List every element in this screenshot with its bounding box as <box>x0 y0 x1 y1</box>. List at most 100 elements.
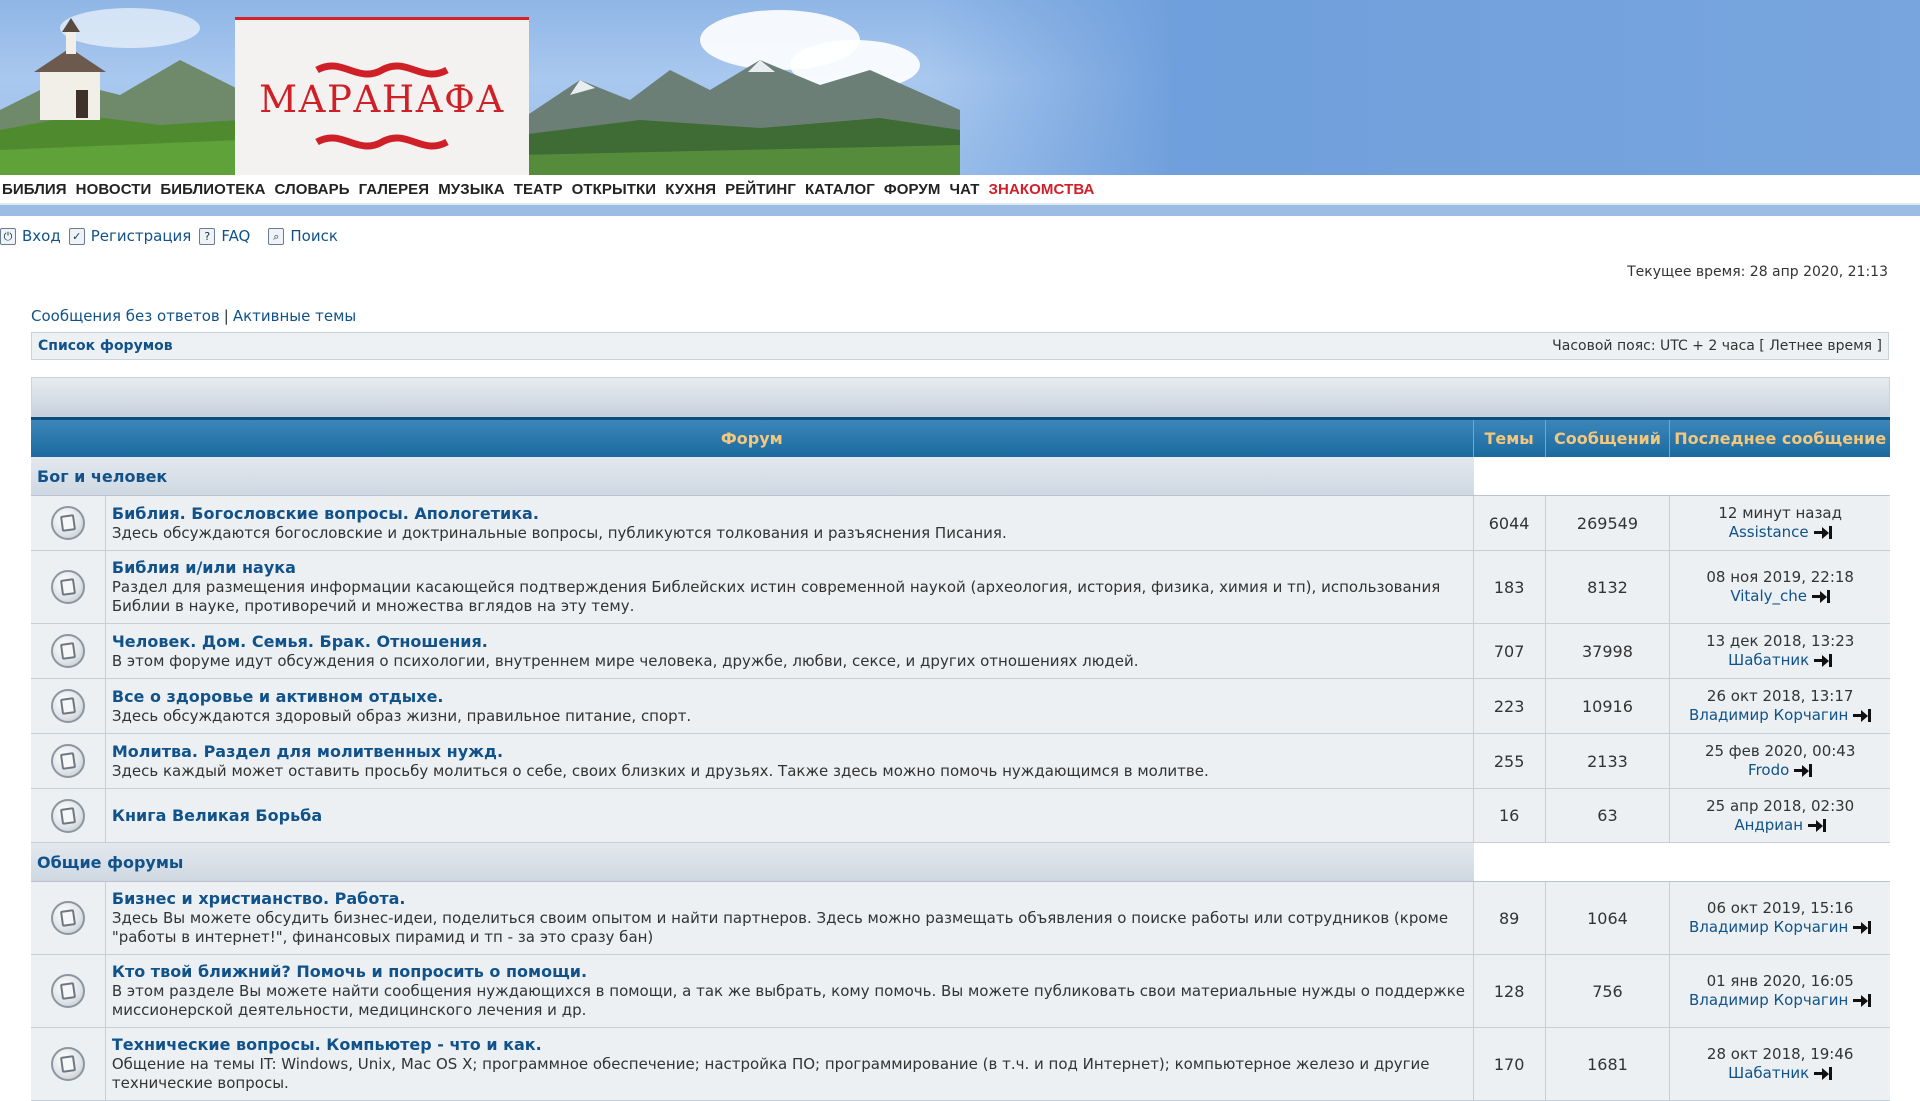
topics-count: 6044 <box>1474 496 1546 550</box>
login-label: Вход <box>22 227 61 245</box>
last-post-cell: 26 окт 2018, 13:17 Владимир Корчагин <box>1670 679 1890 733</box>
menu-item-theatre[interactable]: ТЕАТР <box>514 181 563 198</box>
menu-item-news[interactable]: НОВОСТИ <box>76 181 152 198</box>
site-logo[interactable]: МАРАНАФА <box>235 17 529 175</box>
goto-last-post-icon[interactable] <box>1853 921 1872 934</box>
last-post-time: 25 фев 2020, 00:43 <box>1704 742 1856 760</box>
forum-title-link[interactable]: Все о здоровье и активном отдыхе. <box>112 687 1467 706</box>
header-forum: Форум <box>31 420 1474 457</box>
topics-count: 16 <box>1474 789 1546 842</box>
posts-count: 756 <box>1546 955 1671 1027</box>
menu-item-chat[interactable]: ЧАТ <box>949 181 979 198</box>
menu-item-cards[interactable]: ОТКРЫТКИ <box>572 181 657 198</box>
menu-item-dating[interactable]: ЗНАКОМСТВА <box>989 181 1095 198</box>
posts-count: 63 <box>1546 789 1671 842</box>
last-post-time: 06 окт 2019, 15:16 <box>1706 899 1854 917</box>
topics-count: 170 <box>1474 1028 1546 1100</box>
menu-item-forum[interactable]: ФОРУМ <box>884 181 941 198</box>
posts-count: 1681 <box>1546 1028 1671 1100</box>
last-post-cell: 28 окт 2018, 19:46 Шабатник <box>1670 1028 1890 1100</box>
forum-title-link[interactable]: Человек. Дом. Семья. Брак. Отношения. <box>112 632 1467 651</box>
breadcrumb: Список форумов Часовой пояс: UTC + 2 час… <box>31 332 1889 360</box>
forum-row: Книга Великая Борьба 16 63 25 апр 2018, … <box>31 789 1890 843</box>
goto-last-post-icon[interactable] <box>1808 818 1827 832</box>
last-post-time: 08 ноя 2019, 22:18 <box>1706 568 1854 586</box>
register-link[interactable]: ✓ Регистрация <box>68 227 191 245</box>
topics-count: 128 <box>1474 955 1546 1027</box>
category-title[interactable]: Общие форумы <box>31 843 1475 881</box>
category-title[interactable]: Бог и человек <box>31 457 1475 495</box>
last-post-author-link[interactable]: Шабатник <box>1728 651 1809 670</box>
forum-status-cell <box>31 734 106 788</box>
forum-info: Кто твой ближний? Помочь и попросить о п… <box>106 955 1474 1027</box>
goto-last-post-icon[interactable] <box>1814 1067 1833 1080</box>
posts-count: 37998 <box>1546 624 1671 678</box>
goto-last-post-icon[interactable] <box>1853 994 1872 1007</box>
forum-info: Человек. Дом. Семья. Брак. Отношения. В … <box>106 624 1474 678</box>
last-post-time: 28 окт 2018, 19:46 <box>1706 1045 1854 1063</box>
forum-row: Все о здоровье и активном отдыхе. Здесь … <box>31 679 1890 734</box>
menu-item-kitchen[interactable]: КУХНЯ <box>665 181 716 198</box>
category-row: Бог и человек <box>31 457 1890 496</box>
menu-item-bible[interactable]: БИБЛИЯ <box>2 181 67 198</box>
banner-sky <box>930 0 1920 175</box>
menu-item-gallery[interactable]: ГАЛЕРЕЯ <box>359 181 430 198</box>
search-link[interactable]: ⌕ Поиск <box>268 227 338 245</box>
forum-row: Технические вопросы. Компьютер - что и к… <box>31 1028 1890 1101</box>
goto-last-post-icon[interactable] <box>1853 709 1872 722</box>
category-fill <box>1475 457 1890 495</box>
logo-text: МАРАНАФА <box>259 78 505 121</box>
faq-link[interactable]: ? FAQ <box>199 227 250 245</box>
forum-title-link[interactable]: Бизнес и христианство. Работа. <box>112 889 1467 908</box>
active-topics-link[interactable]: Активные темы <box>233 307 356 325</box>
forum-read-icon <box>50 744 85 778</box>
goto-last-post-icon[interactable] <box>1812 590 1831 603</box>
topics-count: 223 <box>1474 679 1546 733</box>
last-post-author-link[interactable]: Владимир Корчагин <box>1689 918 1848 937</box>
last-post-author-link[interactable]: Владимир Корчагин <box>1689 706 1848 725</box>
menu-item-dictionary[interactable]: СЛОВАРЬ <box>275 181 350 198</box>
forum-title-link[interactable]: Библия. Богословские вопросы. Апологетик… <box>112 504 1467 523</box>
last-post-cell: 08 ноя 2019, 22:18 Vitaly_che <box>1670 551 1890 623</box>
posts-count: 10916 <box>1546 679 1671 733</box>
last-post-cell: 13 дек 2018, 13:23 Шабатник <box>1670 624 1890 678</box>
forum-index-link[interactable]: Список форумов <box>38 338 173 354</box>
last-post-author-link[interactable]: Шабатник <box>1728 1064 1809 1083</box>
forum-title-link[interactable]: Библия и/или наука <box>112 558 1467 577</box>
last-post-cell: 12 минут назад Assistance <box>1670 496 1890 550</box>
login-link[interactable]: ⏻ Вход <box>0 227 61 245</box>
goto-last-post-icon[interactable] <box>1794 764 1813 777</box>
last-post-author-link[interactable]: Андриан <box>1734 816 1803 835</box>
forum-description: Раздел для размещения информации касающе… <box>111 578 1441 615</box>
last-post-author-link[interactable]: Frodo <box>1748 761 1789 780</box>
unanswered-posts-link[interactable]: Сообщения без ответов <box>31 307 220 325</box>
forum-status-cell <box>31 679 106 733</box>
forum-description: Здесь обсуждаются здоровый образ жизни, … <box>111 706 692 725</box>
forum-title-link[interactable]: Кто твой ближний? Помочь и попросить о п… <box>112 962 1467 981</box>
top-menu: БИБЛИЯ НОВОСТИ БИБЛИОТЕКА СЛОВАРЬ ГАЛЕРЕ… <box>0 175 1920 205</box>
forum-description: В этом форуме идут обсуждения о психолог… <box>111 651 1139 670</box>
menu-divider <box>0 205 1920 216</box>
table-top-bar <box>31 377 1890 417</box>
goto-last-post-icon[interactable] <box>1813 526 1832 539</box>
forum-title-link[interactable]: Молитва. Раздел для молитвенных нужд. <box>112 742 1467 761</box>
menu-item-catalog[interactable]: КАТАЛОГ <box>805 181 875 198</box>
forum-description: В этом разделе Вы можете найти сообщения… <box>111 982 1466 1019</box>
menu-item-music[interactable]: МУЗЫКА <box>438 181 505 198</box>
forum-title-link[interactable]: Книга Великая Борьба <box>112 806 1467 825</box>
goto-last-post-icon[interactable] <box>1814 654 1833 667</box>
last-post-author-link[interactable]: Assistance <box>1729 523 1809 542</box>
forum-row: Бизнес и христианство. Работа. Здесь Вы … <box>31 882 1890 955</box>
forum-row: Молитва. Раздел для молитвенных нужд. Зд… <box>31 734 1890 789</box>
forum-status-cell <box>31 789 106 842</box>
menu-item-rating[interactable]: РЕЙТИНГ <box>725 181 796 198</box>
menu-item-library[interactable]: БИБЛИОТЕКА <box>160 181 265 198</box>
checkbox-icon: ✓ <box>68 227 85 245</box>
forum-description: Здесь Вы можете обсудить бизнес-идеи, по… <box>111 909 1449 946</box>
last-post-author-link[interactable]: Vitaly_che <box>1730 587 1807 606</box>
forum-title-link[interactable]: Технические вопросы. Компьютер - что и к… <box>112 1035 1467 1054</box>
posts-count: 2133 <box>1546 734 1671 788</box>
last-post-author-link[interactable]: Владимир Корчагин <box>1689 991 1848 1010</box>
forum-info: Библия. Богословские вопросы. Апологетик… <box>106 496 1474 550</box>
forum-read-icon <box>50 901 85 935</box>
